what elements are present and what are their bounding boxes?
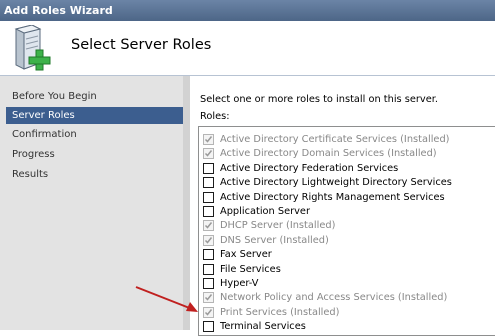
annotation-arrow [135, 286, 198, 312]
